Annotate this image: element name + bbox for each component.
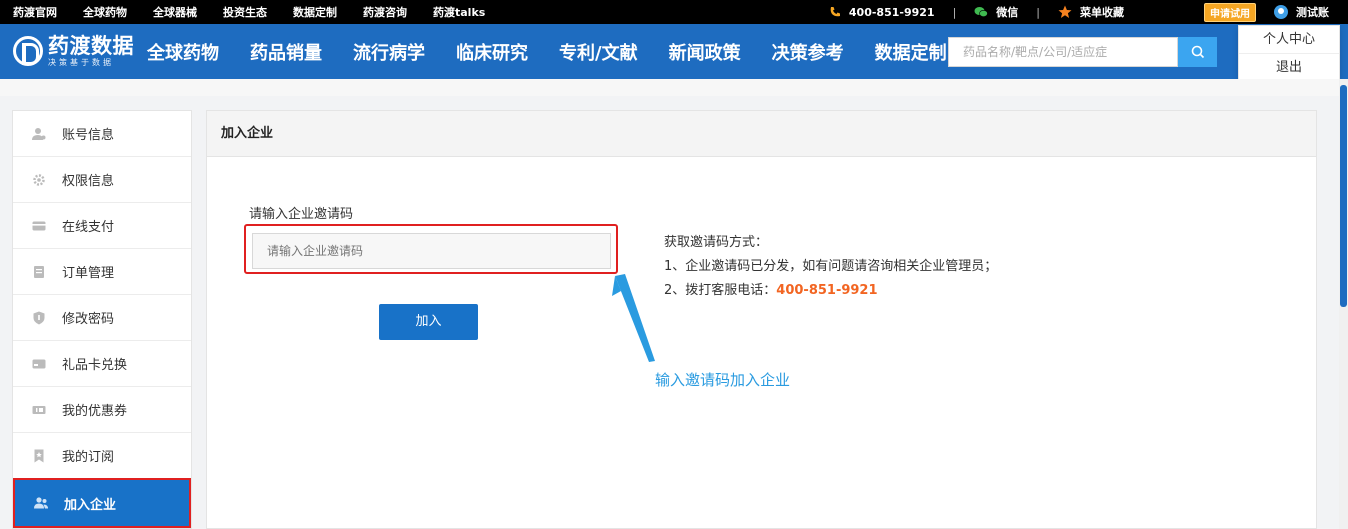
sidebar-item-label: 礼品卡兑换: [62, 358, 128, 373]
invite-code-input[interactable]: [252, 233, 611, 269]
top-bar: 药渡官网 全球药物 全球器械 投资生态 数据定制 药渡咨询 药渡talks 40…: [0, 0, 1348, 24]
user-avatar-icon: [1274, 5, 1288, 19]
logo-icon: [13, 35, 43, 66]
bookmark-icon: [34, 449, 44, 462]
search-button[interactable]: [1178, 37, 1217, 67]
top-links: 药渡官网 全球药物 全球器械 投资生态 数据定制 药渡咨询 药渡talks: [13, 0, 511, 24]
dropdown-item-profile[interactable]: 个人中心: [1239, 26, 1339, 53]
separator: |: [952, 5, 957, 19]
annotation-text: 输入邀请码加入企业: [655, 371, 791, 389]
user-name[interactable]: 测试账: [1296, 4, 1329, 20]
logo-text: 药渡数据 决策基于数据: [48, 34, 134, 67]
scrollbar-thumb[interactable]: [1340, 85, 1347, 307]
account-sidebar: 账号信息 权限信息 在线支付 订单管理 修改密码 礼品卡兑换 我的优惠券 我的订…: [12, 110, 192, 529]
search-icon: [1191, 45, 1204, 59]
nav-items: 全球药物 药品销量 流行病学 临床研究 专利/文献 新闻政策 决策参考 数据定制: [147, 24, 978, 79]
nav-item-decision[interactable]: 决策参考: [772, 39, 844, 65]
invite-info: 获取邀请码方式： 1、企业邀请码已分发，如有问题请咨询相关企业管理员； 2、拨打…: [664, 231, 997, 303]
top-link-global-drugs[interactable]: 全球药物: [83, 4, 127, 20]
sidebar-item-permissions[interactable]: 权限信息: [13, 157, 191, 203]
logo-sub-text: 决策基于数据: [48, 58, 114, 67]
join-button[interactable]: 加入: [379, 304, 478, 340]
header-band: [0, 79, 1348, 96]
wechat-icon: [974, 7, 989, 18]
top-link-official[interactable]: 药渡官网: [13, 4, 57, 20]
order-icon: [34, 265, 44, 278]
sidebar-item-label: 在线支付: [62, 220, 115, 235]
sidebar-item-label: 权限信息: [62, 174, 115, 189]
annotation-arrow-icon: [612, 274, 655, 362]
top-link-data-custom[interactable]: 数据定制: [293, 4, 337, 20]
sidebar-item-account[interactable]: 账号信息: [13, 111, 191, 157]
sidebar-item-label: 加入企业: [64, 497, 117, 513]
nav-item-data-custom[interactable]: 数据定制: [875, 39, 947, 65]
sidebar-item-label: 订单管理: [62, 266, 115, 281]
wechat-label: 微信: [996, 6, 1019, 19]
sidebar-item-password[interactable]: 修改密码: [13, 295, 191, 341]
separator: |: [1036, 5, 1040, 19]
dropdown-item-logout[interactable]: 退出: [1239, 53, 1339, 80]
info-line-2-prefix: 2、拨打客服电话：: [664, 283, 777, 298]
nav-item-global-drugs[interactable]: 全球药物: [147, 39, 219, 65]
sidebar-item-orders[interactable]: 订单管理: [13, 249, 191, 295]
info-line-2: 2、拨打客服电话：400-851-9921: [664, 279, 997, 303]
page-scrollbar[interactable]: [1339, 79, 1348, 529]
logo[interactable]: 药渡数据 决策基于数据: [13, 34, 134, 67]
info-line-1: 1、企业邀请码已分发，如有问题请咨询相关企业管理员；: [664, 259, 998, 274]
phone-number: 400-851-9921: [848, 5, 935, 19]
search-input[interactable]: 药品名称/靶点/公司/适应症: [948, 37, 1178, 67]
phone-icon: [830, 7, 840, 17]
group-icon: [34, 497, 48, 509]
top-link-investment[interactable]: 投资生态: [223, 4, 267, 20]
giftcard-icon: [32, 359, 46, 368]
top-right: 400-851-9921 | 微信 | 菜单收藏 申请试用 测试账: [829, 0, 1348, 24]
phone-contact[interactable]: 400-851-9921: [829, 6, 935, 19]
info-title: 获取邀请码方式：: [664, 235, 769, 250]
invite-code-label: 请输入企业邀请码: [249, 207, 354, 222]
card-icon: [32, 221, 46, 230]
sidebar-item-subscriptions[interactable]: 我的订阅: [13, 433, 191, 479]
nav-item-patents[interactable]: 专利/文献: [559, 39, 638, 65]
star-icon: [1058, 5, 1072, 18]
page-title: 加入企业: [207, 111, 1316, 157]
nav-item-clinical[interactable]: 临床研究: [456, 39, 528, 65]
trial-button[interactable]: 申请试用: [1204, 2, 1256, 22]
service-phone: 400-851-9921: [776, 283, 878, 298]
favorite-label: 菜单收藏: [1080, 6, 1124, 19]
favorite-menu[interactable]: 菜单收藏: [1058, 4, 1124, 20]
nav-item-drug-sales[interactable]: 药品销量: [250, 39, 322, 65]
logo-main-text: 药渡数据: [48, 34, 134, 58]
wechat-link[interactable]: 微信: [974, 4, 1018, 20]
join-company-panel: 加入企业 请输入企业邀请码 加入 获取邀请码方式： 1、企业邀请码已分发，如有问…: [206, 110, 1317, 529]
top-link-consulting[interactable]: 药渡咨询: [363, 4, 407, 20]
sidebar-item-label: 我的订阅: [62, 450, 115, 465]
nav-item-epidemiology[interactable]: 流行病学: [353, 39, 425, 65]
shield-icon: [33, 311, 45, 324]
top-link-global-devices[interactable]: 全球器械: [153, 4, 197, 20]
user-icon: [32, 127, 46, 140]
user-dropdown: 个人中心 退出: [1238, 25, 1340, 81]
nav-item-news[interactable]: 新闻政策: [669, 39, 741, 65]
sidebar-item-label: 我的优惠券: [62, 404, 128, 419]
sidebar-item-giftcard[interactable]: 礼品卡兑换: [13, 341, 191, 387]
invite-code-highlight: [244, 224, 618, 274]
sidebar-item-payment[interactable]: 在线支付: [13, 203, 191, 249]
sidebar-item-join-company[interactable]: 加入企业: [13, 478, 191, 528]
main-nav: 药渡数据 决策基于数据 全球药物 药品销量 流行病学 临床研究 专利/文献 新闻…: [0, 24, 1348, 79]
sidebar-item-label: 账号信息: [62, 128, 115, 143]
top-link-talks[interactable]: 药渡talks: [433, 4, 485, 20]
sidebar-item-coupons[interactable]: 我的优惠券: [13, 387, 191, 433]
sidebar-item-label: 修改密码: [62, 312, 115, 327]
gear-icon: [33, 173, 45, 186]
coupon-icon: [32, 405, 46, 414]
